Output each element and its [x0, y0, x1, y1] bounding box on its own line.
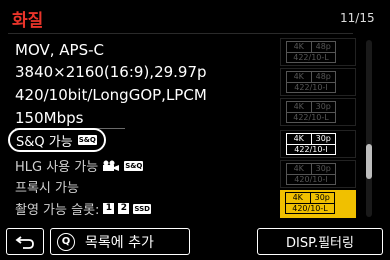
sq-available-filter[interactable]: S&Q 가능 S&Q	[8, 128, 106, 152]
format-spec: 420/10-I	[287, 174, 335, 185]
format-badge: 4K 30p 422/10-I	[286, 133, 336, 155]
sq-icon: S&Q	[124, 160, 144, 171]
movie-camera-icon	[103, 160, 120, 171]
recording-slots-label: 촬영 가능 슬롯:	[15, 203, 100, 218]
format-res: 4K	[287, 72, 312, 82]
slot-1-icon: 1	[103, 203, 115, 214]
format-res: 4K	[287, 164, 312, 174]
format-list: 4K 48p 422/10-L 4K 48p 422/10-I 4K 30p 422/…	[280, 38, 356, 218]
format-badge: 4K 48p 422/10-I	[286, 71, 336, 93]
recording-slots: 촬영 가능 슬롯: 1 2 SSD	[15, 199, 151, 218]
format-item[interactable]: 4K 48p 422/10-L	[280, 38, 356, 66]
format-badge: 4K 48p 422/10-L	[286, 41, 336, 63]
scrollbar-thumb[interactable]	[366, 144, 372, 179]
format-fps: 30p	[314, 193, 330, 202]
format-res: 4K	[287, 134, 312, 144]
format-spec: 422/10-L	[287, 112, 335, 123]
disp-filter-button[interactable]: DISP.필터링	[257, 228, 383, 255]
hlg-available-label: HLG 사용 가능	[15, 160, 99, 175]
proxy-available: 프록시 가능	[15, 181, 79, 196]
format-badge: 4K 30p 420/10-L	[285, 192, 335, 214]
container-format: MOV, APS-C	[15, 41, 104, 59]
back-button[interactable]	[6, 228, 44, 255]
page-title: 화질	[12, 11, 44, 31]
format-spec: 420/10-L	[286, 203, 334, 214]
format-badge: 4K 30p 422/10-L	[286, 101, 336, 123]
format-res: 4K	[287, 102, 312, 112]
resolution-framerate: 3840×2160(16:9),29.97p	[15, 63, 207, 81]
format-res: 4K	[286, 193, 311, 203]
sq-available-label: S&Q 가능	[16, 134, 73, 150]
format-item[interactable]: 4K 30p 422/10-I	[280, 130, 356, 158]
format-fps: 48p	[315, 72, 331, 81]
page-counter: 11/15	[340, 11, 375, 25]
format-fps: 30p	[315, 164, 331, 173]
bitrate: 150Mbps	[15, 109, 84, 127]
format-badge: 4K 30p 420/10-I	[286, 163, 336, 185]
format-spec: 422/10-I	[287, 144, 335, 155]
format-fps: 48p	[315, 42, 331, 51]
hlg-available: HLG 사용 가능 S&Q	[15, 156, 144, 175]
sq-icon: S&Q	[77, 135, 97, 145]
format-fps: 30p	[315, 134, 331, 143]
format-info-panel: MOV, APS-C 3840×2160(16:9),29.97p 420/10…	[8, 38, 270, 218]
title-divider	[8, 33, 353, 34]
format-item[interactable]: 4K 30p 422/10-L	[280, 98, 356, 126]
add-to-list-label: 목록에 추가	[85, 234, 154, 251]
q-button-icon: Q	[57, 232, 75, 251]
ssd-icon: SSD	[133, 203, 151, 214]
add-to-list-button[interactable]: Q 목록에 추가	[50, 228, 190, 255]
format-res: 4K	[287, 42, 312, 52]
format-spec: 422/10-L	[287, 52, 335, 63]
codec-info: 420/10bit/LongGOP,LPCM	[15, 86, 207, 104]
scrollbar[interactable]	[366, 40, 372, 217]
format-item-selected[interactable]: 4K 30p 420/10-L	[280, 190, 356, 218]
format-item[interactable]: 4K 30p 420/10-I	[280, 160, 356, 188]
format-spec: 422/10-I	[287, 82, 335, 93]
slot-2-icon: 2	[118, 203, 130, 214]
format-item[interactable]: 4K 48p 422/10-I	[280, 68, 356, 96]
return-arrow-icon	[15, 235, 34, 249]
format-fps: 30p	[315, 102, 331, 111]
